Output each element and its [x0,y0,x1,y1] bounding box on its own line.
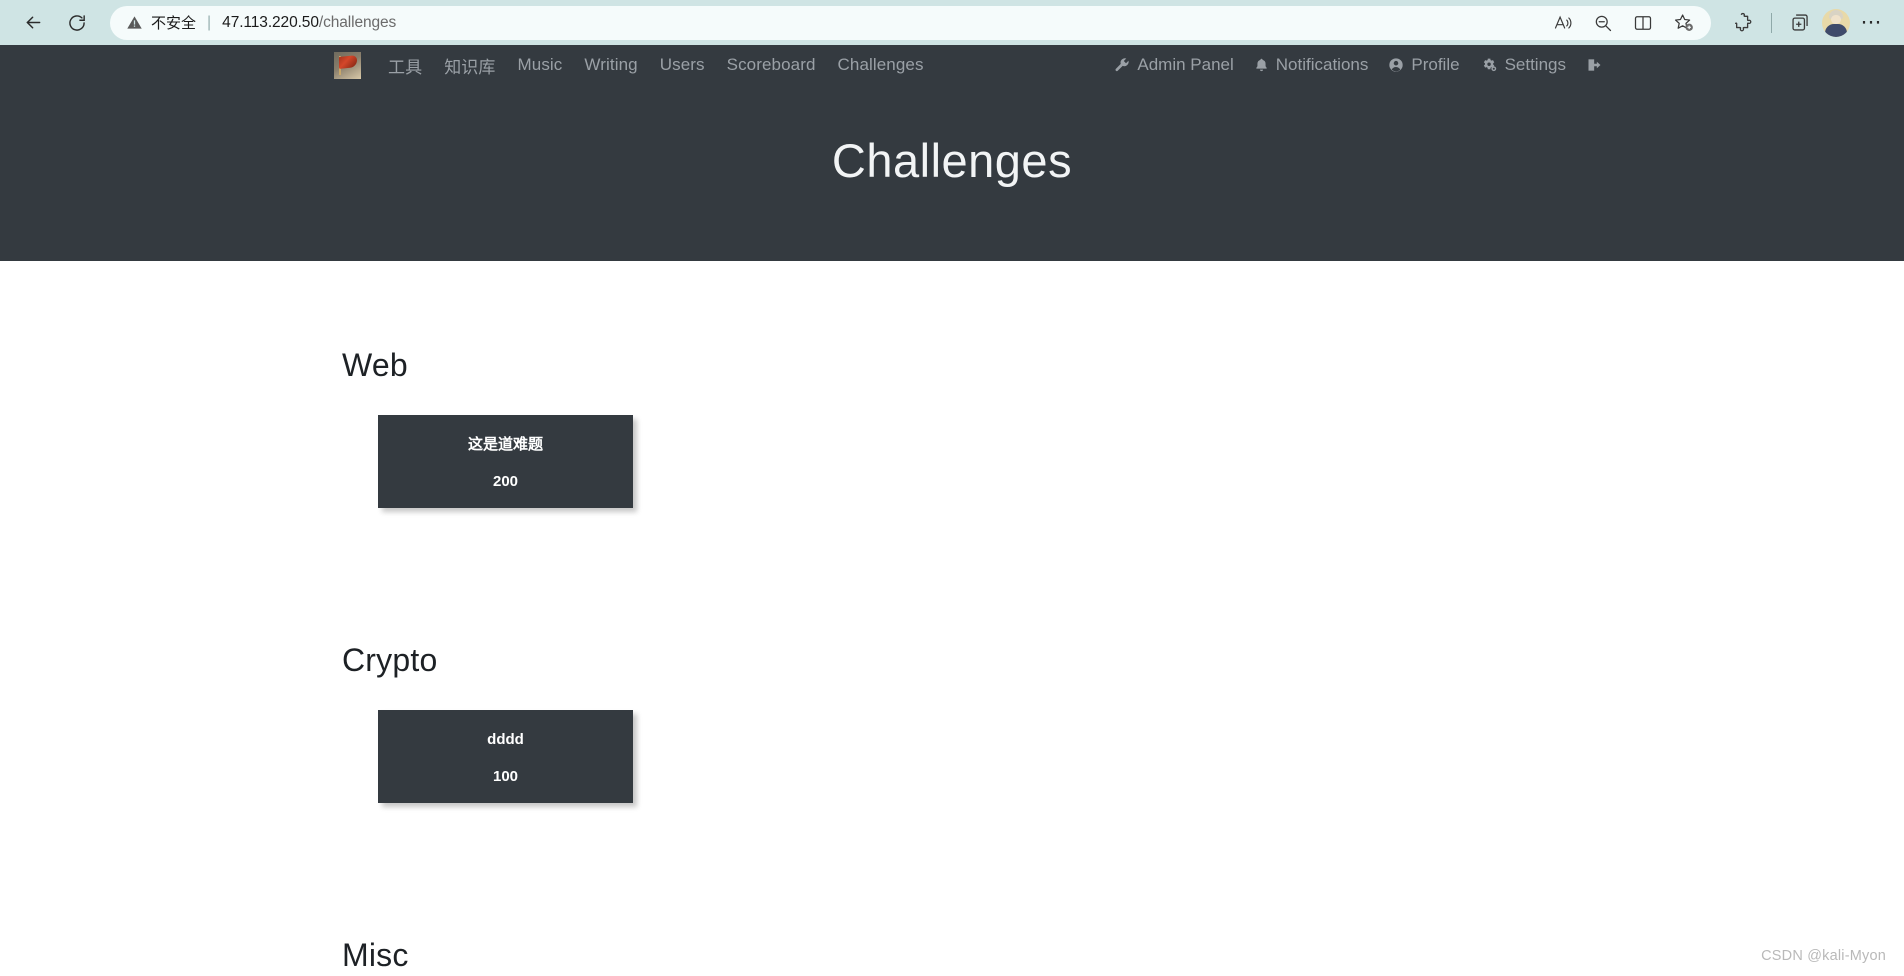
nav-tools[interactable]: 工具 [377,51,433,80]
challenge-value: 200 [492,473,519,490]
settings-more-icon[interactable]: ⋯ [1854,7,1890,39]
add-favorite-icon[interactable] [1665,7,1701,39]
nav-settings[interactable]: Settings [1470,53,1576,77]
toolbar-divider [1771,12,1772,33]
split-screen-icon[interactable] [1625,7,1661,39]
challenge-name: 这是道难题 [467,436,543,453]
omnibox-separator: | [207,13,212,31]
nav-profile[interactable]: Profile [1378,53,1469,77]
nav-notifications[interactable]: Notifications [1244,53,1379,77]
category-section-web: Web 这是道难题 200 [342,261,1904,508]
gears-icon [1480,57,1498,73]
sign-out-icon [1586,57,1603,73]
url-text: 47.113.220.50/challenges [222,14,396,32]
avatar-face [1831,14,1841,24]
not-secure-warning-icon [126,14,143,31]
profile-avatar[interactable] [1822,8,1850,37]
bell-icon [1254,57,1269,73]
category-title-misc: Misc [342,937,409,973]
nav-knowledge-base[interactable]: 知识库 [433,51,506,80]
wrench-icon [1114,57,1130,73]
user-circle-icon [1388,57,1404,73]
nav-admin-panel-label: Admin Panel [1137,55,1234,74]
category-section-misc: Misc Easy密码爆破 100 [342,803,1904,976]
extensions-icon[interactable] [1725,7,1761,39]
read-aloud-icon[interactable] [1545,7,1581,39]
challenge-row-web: 这是道难题 200 [378,415,1904,508]
page-title: Challenges [831,134,1073,187]
challenge-card[interactable]: 这是道难题 200 [378,415,633,508]
category-section-crypto: Crypto dddd 100 [342,508,1904,803]
nav-profile-label: Profile [1411,55,1460,74]
url-host: 47.113.220.50 [222,13,319,31]
challenges-content: Web 这是道难题 200 Crypto dddd 100 Misc [0,261,1904,976]
site-navbar: 工具 知识库 Music Writing Users Scoreboard Ch… [0,45,1904,85]
nav-settings-label: Settings [1504,55,1566,74]
browser-toolbar: 不安全 | 47.113.220.50/challenges ⋯ [0,0,1904,45]
watermark: CSDN @kali-Myon [1761,948,1886,964]
challenge-card[interactable]: dddd 100 [378,710,633,803]
challenge-row-crypto: dddd 100 [378,710,1904,803]
nav-music[interactable]: Music [507,53,574,77]
omnibox-actions [1545,7,1705,39]
nav-users[interactable]: Users [649,53,716,77]
security-status-text: 不安全 [151,15,197,32]
nav-writing[interactable]: Writing [573,53,648,77]
nav-admin-panel[interactable]: Admin Panel [1104,53,1243,77]
zoom-out-icon[interactable] [1585,7,1621,39]
reload-button[interactable] [58,7,96,39]
site-header: 工具 知识库 Music Writing Users Scoreboard Ch… [0,45,1904,261]
url-path: /challenges [318,13,397,31]
address-bar[interactable]: 不安全 | 47.113.220.50/challenges [110,5,1711,40]
nav-sign-out[interactable] [1576,55,1620,75]
category-title-web: Web [342,347,408,383]
navbar-right-links: Admin Panel Notifications Profile Settin… [1104,53,1620,77]
collections-icon[interactable] [1782,7,1818,39]
avatar-body [1825,23,1847,37]
nav-challenges[interactable]: Challenges [827,53,935,77]
category-title-crypto: Crypto [342,642,438,678]
red-flag-logo-icon[interactable] [334,51,361,79]
back-button[interactable] [14,7,52,39]
navbar-left-links: 工具 知识库 Music Writing Users Scoreboard Ch… [334,51,935,80]
browser-right-actions: ⋯ [1717,7,1890,39]
nav-notifications-label: Notifications [1275,55,1369,74]
page: 不安全 | 47.113.220.50/challenges ⋯ 工具 知识库 … [0,0,1904,976]
challenge-value: 100 [492,768,519,785]
challenge-name: dddd [487,731,524,748]
nav-scoreboard[interactable]: Scoreboard [716,53,827,77]
